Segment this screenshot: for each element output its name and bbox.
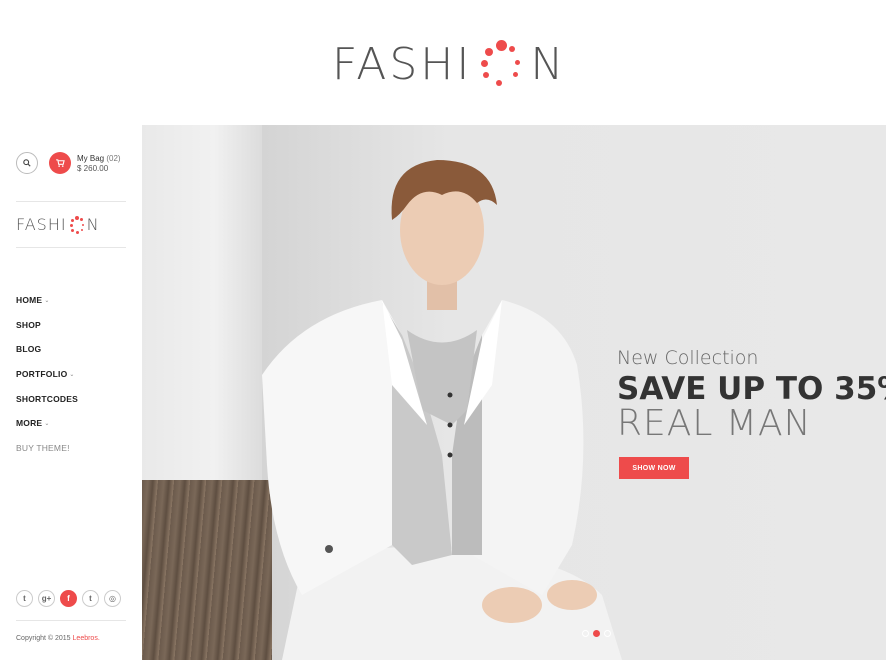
hero-subtitle: New Collection xyxy=(617,347,759,369)
bag-count: (02) xyxy=(106,154,121,163)
show-now-button[interactable]: SHOW NOW xyxy=(619,457,689,479)
tumblr-icon[interactable]: t xyxy=(82,590,99,607)
shopping-cart-icon xyxy=(55,159,65,167)
nav-item-shop[interactable]: SHOP xyxy=(16,313,78,338)
copyright-brand-link[interactable]: Leebros. xyxy=(73,635,100,642)
nav-label: MORE xyxy=(16,418,43,429)
nav-item-portfolio[interactable]: PORTFOLIO ⌄ xyxy=(16,362,78,387)
twitter-icon[interactable]: t xyxy=(16,590,33,607)
nav-label: BLOG xyxy=(16,344,42,355)
nav-label: BUY THEME! xyxy=(16,442,70,453)
sidebar: My Bag (02) $ 260.00 FASHI N HOME ⌄ SHOP … xyxy=(0,125,142,660)
nav-item-home[interactable]: HOME ⌄ xyxy=(16,288,78,313)
sidebar-logo[interactable]: FASHI N xyxy=(16,214,100,236)
sidebar-logo-tail: N xyxy=(86,215,100,234)
slider-dot-active[interactable] xyxy=(593,630,600,637)
slider-dot[interactable] xyxy=(604,630,611,637)
divider xyxy=(16,201,126,202)
nav-item-more[interactable]: MORE ⌄ xyxy=(16,411,78,436)
logo-text-tail: N xyxy=(530,39,567,90)
search-icon xyxy=(23,159,31,167)
main-logo[interactable]: FASHI N xyxy=(332,38,566,92)
slider-dot[interactable] xyxy=(582,630,589,637)
search-button[interactable] xyxy=(16,152,38,174)
sidebar-logo-text: FASHI xyxy=(16,215,67,234)
nav-label: SHORTCODES xyxy=(16,393,78,404)
facebook-icon[interactable]: f xyxy=(60,590,77,607)
chevron-down-icon: ⌄ xyxy=(44,297,50,304)
hero-caption: New Collection SAVE UP TO 35% O REAL MAN xyxy=(617,347,886,444)
divider xyxy=(16,620,126,621)
nav-label: HOME xyxy=(16,295,43,306)
bag-title: My Bag xyxy=(77,154,105,163)
logo-text: FASHI xyxy=(332,39,473,90)
dribbble-icon[interactable]: ◎ xyxy=(104,590,121,607)
cart-button[interactable] xyxy=(49,152,71,174)
copyright: Copyright © 2015 Leebros. xyxy=(16,635,100,642)
hero-headline-secondary: REAL MAN xyxy=(617,403,812,444)
nav-item-blog[interactable]: BLOG xyxy=(16,337,78,362)
hero-headline: SAVE UP TO 35% O xyxy=(617,371,886,407)
nav-item-shortcodes[interactable]: SHORTCODES xyxy=(16,386,78,411)
bag-total: $ 260.00 xyxy=(77,164,109,173)
main-nav: HOME ⌄ SHOP BLOG PORTFOLIO ⌄ SHORTCODES MO… xyxy=(16,288,78,460)
copyright-text: Copyright © 2015 xyxy=(16,635,71,642)
nav-label: SHOP xyxy=(16,319,41,330)
chevron-down-icon: ⌄ xyxy=(69,371,75,378)
social-links: t g+ f t ◎ xyxy=(16,590,121,607)
chevron-down-icon: ⌄ xyxy=(44,420,50,427)
logo-dots-icon xyxy=(67,215,87,235)
hero-slider: New Collection SAVE UP TO 35% O REAL MAN… xyxy=(142,125,886,660)
logo-dots-icon xyxy=(472,38,530,92)
google-plus-icon[interactable]: g+ xyxy=(38,590,55,607)
bag-summary[interactable]: My Bag (02) $ 260.00 xyxy=(77,154,121,174)
divider xyxy=(16,247,126,248)
page: FASHI N My Bag (02) $ 260.00 FASHI N HOM… xyxy=(0,0,886,660)
header: FASHI N xyxy=(0,0,886,125)
slider-pagination xyxy=(582,630,611,637)
nav-label: PORTFOLIO xyxy=(16,369,68,380)
nav-item-buy-theme[interactable]: BUY THEME! xyxy=(16,436,78,461)
